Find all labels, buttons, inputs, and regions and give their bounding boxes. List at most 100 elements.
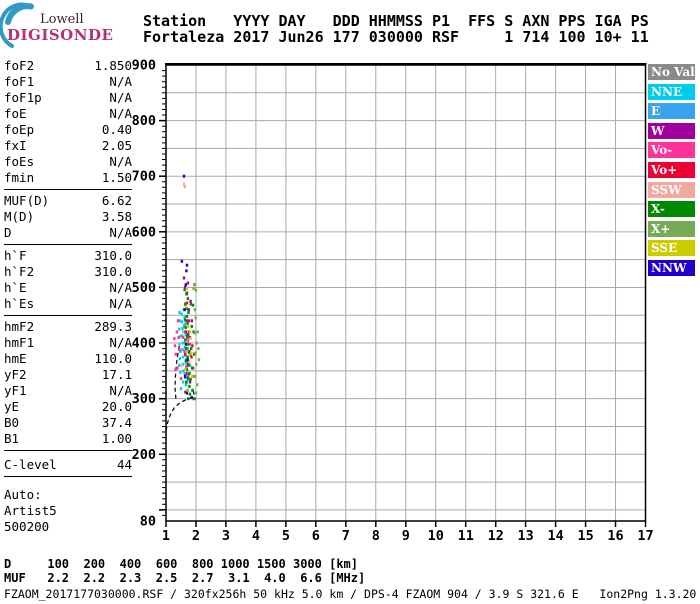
param-value: 17.1 — [101, 367, 132, 382]
param-label: foEp — [4, 122, 35, 137]
header-values: Fortaleza 2017 Jun26 177 030000 RSF 1 71… — [143, 28, 649, 46]
param-row: h`Es N/A — [4, 296, 132, 312]
panel-divider — [4, 244, 132, 245]
param-label: D — [4, 225, 12, 240]
panel-divider — [4, 315, 132, 316]
param-row: foF1 N/A — [4, 74, 132, 90]
param-row: foF2 1.850 — [4, 58, 132, 74]
param-label: h`Es — [4, 296, 35, 311]
param-value: 310.0 — [94, 264, 132, 279]
svg-text:13: 13 — [517, 528, 533, 544]
logo-lowell-text: Lowell — [40, 12, 84, 27]
svg-text:300: 300 — [132, 391, 156, 407]
legend-item: NNE — [648, 83, 695, 100]
svg-text:12: 12 — [488, 528, 504, 544]
svg-text:600: 600 — [132, 224, 156, 240]
svg-text:800: 800 — [132, 113, 156, 129]
svg-text:4: 4 — [252, 528, 260, 544]
param-label: hmF2 — [4, 319, 35, 334]
param-group: MUF(D) 6.62 M(D) 3.58 D N/A — [4, 193, 132, 241]
param-label: foE — [4, 106, 27, 121]
ionogram-parameter-panel: foF2 1.850 foF1 N/A foF1p N/A foE N/A foEp 0.40 fx… — [4, 58, 132, 535]
legend-item: X- — [648, 201, 695, 218]
param-value: N/A — [109, 74, 132, 89]
autoscaling-line: Auto: — [4, 487, 42, 502]
param-row: B1 1.00 — [4, 431, 132, 447]
svg-text:6: 6 — [312, 528, 320, 544]
autoscaling-line: Artist5 — [4, 503, 57, 518]
param-value: N/A — [109, 335, 132, 350]
param-row: MUF(D) 6.62 — [4, 193, 132, 209]
param-row: D N/A — [4, 225, 132, 241]
param-value: N/A — [109, 225, 132, 240]
param-label: foEs — [4, 154, 35, 169]
param-value: 1.850 — [94, 58, 132, 73]
direction-legend: No Val NNE E W Vo- Vo+ SSW X- X+ SSE NNW — [648, 64, 695, 280]
param-row: yF2 17.1 — [4, 367, 132, 383]
param-group: hmF2 289.3 hmF1 N/A hmE 110.0 yF2 17.1 yF1 N/A yE 2… — [4, 319, 132, 447]
autoscaling-line: 500200 — [4, 519, 50, 534]
autoscaling-info: Auto: Artist5 500200 — [4, 487, 132, 535]
legend-item: NNW — [648, 259, 695, 276]
param-label: MUF(D) — [4, 193, 50, 208]
header-column-titles: Station YYYY DAY DDD HHMMSS P1 FFS S AXN… — [143, 12, 649, 30]
svg-text:15: 15 — [577, 528, 593, 544]
param-label: h`F — [4, 248, 27, 263]
param-value: N/A — [109, 106, 132, 121]
param-row: h`F2 310.0 — [4, 264, 132, 280]
svg-text:3: 3 — [222, 528, 230, 544]
param-value: N/A — [109, 383, 132, 398]
logo-digisonde-text: DIGISONDE — [7, 26, 114, 44]
param-label: yE — [4, 399, 20, 414]
param-value: 110.0 — [94, 351, 132, 366]
svg-text:500: 500 — [132, 280, 156, 296]
param-group: foF2 1.850 foF1 N/A foF1p N/A foE N/A foEp 0.40 fx… — [4, 58, 132, 186]
param-value: 310.0 — [94, 248, 132, 263]
station-header: Station YYYY DAY DDD HHMMSS P1 FFS S AXN… — [143, 13, 649, 45]
param-label: foF1p — [4, 90, 42, 105]
panel-divider — [4, 189, 132, 190]
param-label: fmin — [4, 170, 35, 185]
panel-divider — [4, 476, 132, 477]
legend-item: SSW — [648, 181, 695, 198]
svg-text:900: 900 — [132, 58, 156, 74]
legend-item: Vo- — [648, 142, 695, 159]
panel-divider — [4, 450, 132, 451]
param-value: 37.4 — [101, 415, 132, 430]
param-value: 0.40 — [101, 122, 132, 137]
svg-text:14: 14 — [547, 528, 563, 544]
param-label: B1 — [4, 431, 20, 446]
svg-text:11: 11 — [458, 528, 474, 544]
param-value: N/A — [109, 296, 132, 311]
legend-item: SSE — [648, 240, 695, 257]
param-value: 20.0 — [101, 399, 132, 414]
param-label: yF1 — [4, 383, 27, 398]
distance-row: D 100 200 400 600 800 1000 1500 3000 [km… — [4, 557, 359, 571]
param-row: foEs N/A — [4, 154, 132, 170]
param-row: fxI 2.05 — [4, 138, 132, 154]
param-row: hmF2 289.3 — [4, 319, 132, 335]
param-label: foF1 — [4, 74, 35, 89]
param-group: C-level 44 — [4, 457, 132, 473]
param-row: foE N/A — [4, 106, 132, 122]
param-value: N/A — [109, 280, 132, 295]
param-value: 1.50 — [101, 170, 132, 185]
param-label: B0 — [4, 415, 20, 430]
legend-item: No Val — [648, 64, 695, 80]
param-row: hmE 110.0 — [4, 351, 132, 367]
param-row: hmF1 N/A — [4, 335, 132, 351]
param-row: fmin 1.50 — [4, 170, 132, 186]
file-info-row: FZAOM_2017177030000.RSF / 320fx256h 50 k… — [4, 587, 697, 601]
param-group: h`F 310.0 h`F2 310.0 h`E N/A h`Es N/A — [4, 248, 132, 312]
param-row: M(D) 3.58 — [4, 209, 132, 225]
legend-item: E — [648, 103, 695, 120]
param-label: C-level — [4, 457, 57, 472]
svg-text:2: 2 — [192, 528, 200, 544]
param-value: 289.3 — [94, 319, 132, 334]
legend-item: W — [648, 122, 695, 139]
param-label: foF2 — [4, 58, 35, 73]
svg-text:400: 400 — [132, 336, 156, 352]
param-value: 2.05 — [101, 138, 132, 153]
param-label: fxI — [4, 138, 27, 153]
svg-text:7: 7 — [342, 528, 350, 544]
